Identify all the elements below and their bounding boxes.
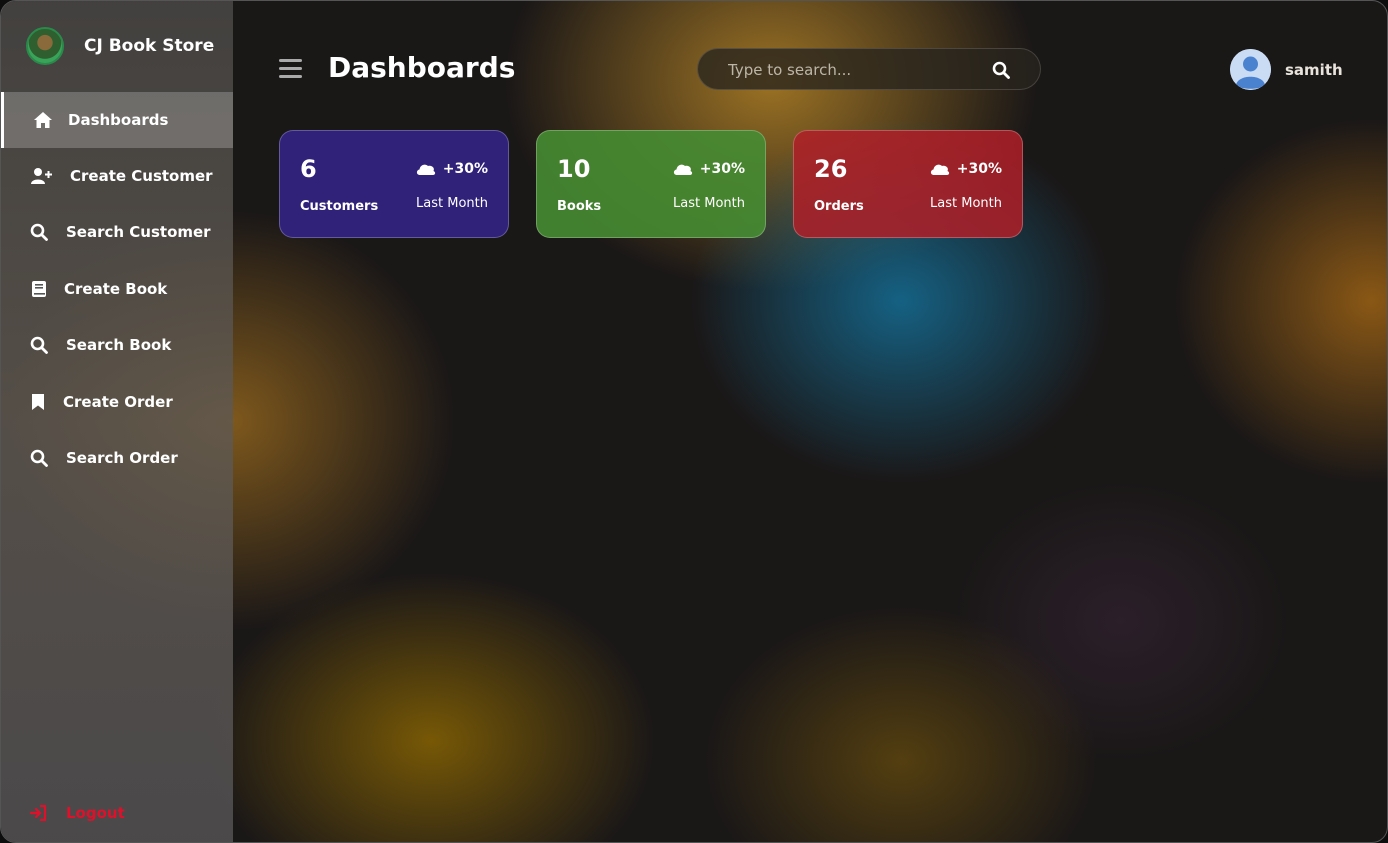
search-icon[interactable] <box>992 61 1010 79</box>
sidebar-item-label: Dashboards <box>68 111 169 129</box>
cloud-icon <box>416 164 435 175</box>
hamburger-line <box>279 59 302 62</box>
logout-button[interactable]: Logout <box>29 804 125 822</box>
brand[interactable]: CJ Book Store <box>26 27 214 65</box>
username: samith <box>1285 60 1343 79</box>
stat-card-customers[interactable]: 6 Customers +30% Last Month <box>279 130 509 238</box>
stat-delta: +30% <box>415 161 488 177</box>
sidebar-item-label: Create Order <box>63 393 173 411</box>
search-icon <box>30 223 48 241</box>
stat-delta-value: +30% <box>699 161 745 177</box>
stat-delta-value: +30% <box>956 161 1002 177</box>
stat-delta: +30% <box>929 161 1002 177</box>
home-icon <box>34 112 52 128</box>
sidebar-item-create-customer[interactable]: Create Customer <box>1 148 233 204</box>
search-icon <box>30 449 48 467</box>
logout-icon <box>29 805 47 821</box>
sidebar: CJ Book Store Dashboards Create Customer… <box>1 1 233 842</box>
hamburger-line <box>279 75 302 78</box>
avatar <box>1230 49 1271 90</box>
sidebar-item-label: Search Order <box>66 449 178 467</box>
stat-label: Orders <box>814 199 864 214</box>
sidebar-item-label: Create Book <box>64 280 168 298</box>
bookmark-icon <box>32 394 44 410</box>
sidebar-item-label: Search Book <box>66 336 172 354</box>
stat-card-books[interactable]: 10 Books +30% Last Month <box>536 130 766 238</box>
user-icon <box>1230 49 1271 90</box>
brand-name: CJ Book Store <box>84 36 215 56</box>
sidebar-item-search-order[interactable]: Search Order <box>1 430 233 486</box>
stat-value: 26 <box>814 155 848 183</box>
stat-delta: +30% <box>672 161 745 177</box>
stat-value: 6 <box>300 155 317 183</box>
stat-label: Books <box>557 199 602 214</box>
search-icon <box>30 336 48 354</box>
cloud-icon <box>930 164 949 175</box>
menu-toggle-button[interactable] <box>279 59 302 79</box>
stat-value: 10 <box>557 155 591 183</box>
stat-period: Last Month <box>416 196 488 211</box>
sidebar-item-search-customer[interactable]: Search Customer <box>1 204 233 260</box>
stat-card-orders[interactable]: 26 Orders +30% Last Month <box>793 130 1023 238</box>
user-menu[interactable]: samith <box>1230 49 1343 90</box>
logout-label: Logout <box>66 804 125 822</box>
search-bar <box>697 48 1041 90</box>
sidebar-item-label: Create Customer <box>70 167 213 185</box>
book-icon <box>32 281 46 297</box>
search-input[interactable] <box>728 59 978 81</box>
stat-delta-value: +30% <box>442 161 488 177</box>
user-plus-icon <box>31 168 52 184</box>
stat-period: Last Month <box>673 196 745 211</box>
stat-period: Last Month <box>930 196 1002 211</box>
app-window: CJ Book Store Dashboards Create Customer… <box>0 0 1388 843</box>
brand-logo <box>26 27 64 65</box>
page-title: Dashboards <box>328 51 516 84</box>
hamburger-line <box>279 67 302 70</box>
sidebar-item-label: Search Customer <box>66 223 211 241</box>
sidebar-item-search-book[interactable]: Search Book <box>1 317 233 373</box>
sidebar-item-create-order[interactable]: Create Order <box>1 374 233 430</box>
stat-label: Customers <box>300 199 379 214</box>
sidebar-item-create-book[interactable]: Create Book <box>1 261 233 317</box>
sidebar-item-dashboards[interactable]: Dashboards <box>1 92 233 148</box>
cloud-icon <box>673 164 692 175</box>
